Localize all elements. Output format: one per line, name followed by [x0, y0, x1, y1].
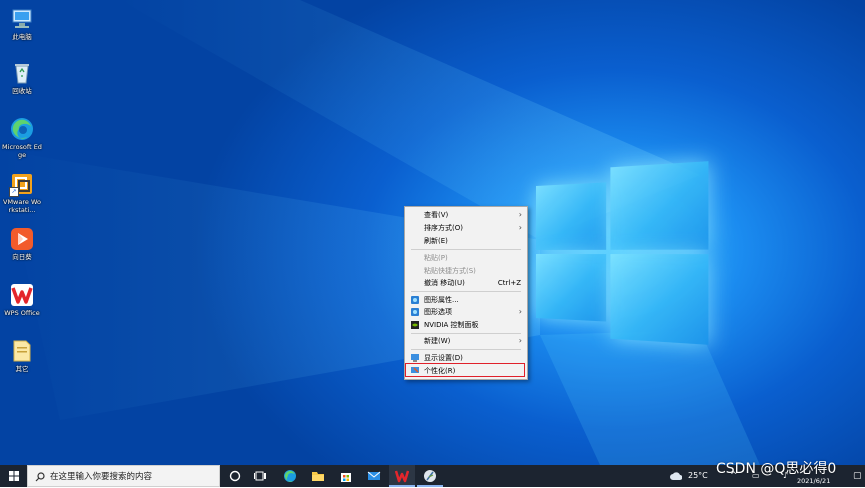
folder-icon	[9, 338, 35, 364]
desktop-icon-wps[interactable]: WPS Office	[2, 282, 42, 318]
taskbar-store[interactable]	[333, 465, 359, 487]
desktop-icon-label: 向日葵	[12, 253, 32, 261]
nvidia-icon	[411, 321, 419, 329]
taskbar-cortana[interactable]	[222, 465, 248, 487]
display-icon	[411, 354, 419, 362]
taskbar-wps[interactable]	[389, 465, 415, 487]
weather-cloud-icon[interactable]	[670, 465, 684, 487]
graphics-icon	[411, 296, 419, 304]
desktop-icon-label: VMware Workstati...	[3, 198, 41, 214]
taskbar-feather-app[interactable]	[417, 465, 443, 487]
desktop-icon-other[interactable]: 其它	[2, 338, 42, 374]
taskbar-file-explorer[interactable]	[305, 465, 331, 487]
search-icon	[35, 472, 45, 482]
menu-separator	[411, 333, 521, 334]
menu-item-label: 图形属性...	[424, 296, 459, 304]
menu-item-graphics-options[interactable]: 图形选项 ›	[405, 306, 527, 318]
desktop-context-menu: 查看(V) › 排序方式(O) › 刷新(E) 粘贴(P) 粘贴快捷方式(S) …	[404, 206, 528, 380]
computer-icon	[9, 6, 35, 32]
menu-item-label: 粘贴(P)	[424, 254, 448, 262]
graphics-icon	[411, 308, 419, 316]
edge-icon	[9, 116, 35, 142]
file-explorer-icon	[312, 472, 324, 481]
start-button[interactable]	[0, 465, 27, 487]
menu-item-refresh[interactable]: 刷新(E)	[405, 235, 527, 247]
wps-icon	[9, 282, 35, 308]
desktop-icon-label: Microsoft Edge	[2, 143, 42, 159]
notification-icon[interactable]: ▢	[853, 465, 862, 487]
menu-item-view[interactable]: 查看(V) ›	[405, 209, 527, 221]
menu-item-undo-move[interactable]: 撤消 移动(U) Ctrl+Z	[405, 277, 527, 289]
menu-item-label: 查看(V)	[424, 211, 449, 219]
windows-logo	[536, 161, 709, 345]
menu-item-new[interactable]: 新建(W) ›	[405, 335, 527, 347]
weather-temperature[interactable]: 25°C	[688, 465, 708, 487]
recycle-bin-icon	[9, 60, 35, 86]
shortcut-arrow-icon: ↗	[9, 187, 19, 197]
windows-start-icon	[9, 471, 19, 481]
menu-item-paste[interactable]: 粘贴(P)	[405, 252, 527, 264]
desktop-icon-vmware[interactable]: ↗ VMware Workstati...	[2, 171, 42, 214]
menu-item-label: 撤消 移动(U)	[424, 279, 465, 287]
menu-separator	[411, 291, 521, 292]
taskbar-edge[interactable]	[277, 465, 303, 487]
menu-item-label: 排序方式(O)	[424, 224, 463, 232]
menu-item-shortcut: Ctrl+Z	[497, 279, 521, 287]
desktop-icon-sunlogin[interactable]: 向日葵	[2, 226, 42, 262]
submenu-arrow-icon: ›	[518, 210, 522, 219]
menu-separator	[411, 349, 521, 350]
taskbar-mail[interactable]	[361, 465, 387, 487]
menu-item-label: NVIDIA 控制面板	[424, 321, 479, 329]
store-icon	[341, 473, 351, 482]
personalize-highlight-box	[405, 363, 525, 377]
menu-item-graphics-properties[interactable]: 图形属性...	[405, 294, 527, 306]
submenu-arrow-icon: ›	[518, 336, 522, 345]
task-view-icon	[254, 471, 266, 481]
desktop-icon-label: 回收站	[12, 87, 32, 95]
feather-icon	[424, 470, 436, 482]
desktop-icon-edge[interactable]: Microsoft Edge	[2, 116, 42, 159]
menu-item-paste-shortcut[interactable]: 粘贴快捷方式(S)	[405, 265, 527, 277]
sunlogin-icon	[9, 226, 35, 252]
menu-item-label: 粘贴快捷方式(S)	[424, 267, 476, 275]
search-placeholder: 在这里输入你要搜索的内容	[50, 472, 153, 482]
menu-item-label: 刷新(E)	[424, 237, 448, 245]
menu-separator	[411, 249, 521, 250]
menu-item-label: 图形选项	[424, 308, 452, 316]
desktop-icon-recycle-bin[interactable]: 回收站	[2, 60, 42, 96]
desktop-icon-label: WPS Office	[4, 309, 40, 317]
mail-icon	[367, 471, 381, 480]
menu-item-nvidia-control-panel[interactable]: NVIDIA 控制面板	[405, 319, 527, 331]
menu-item-sort-by[interactable]: 排序方式(O) ›	[405, 222, 527, 234]
csdn-watermark: CSDN @Q思必得0	[716, 461, 837, 477]
menu-item-label: 新建(W)	[424, 337, 451, 345]
cortana-icon	[229, 470, 241, 482]
edge-icon	[284, 470, 296, 483]
vmware-icon: ↗	[9, 171, 35, 197]
taskbar-task-view[interactable]	[248, 465, 274, 487]
submenu-arrow-icon: ›	[518, 307, 522, 316]
desktop-icon-this-pc[interactable]: 此电脑	[2, 6, 42, 42]
submenu-arrow-icon: ›	[518, 223, 522, 232]
wps-icon	[395, 470, 409, 483]
desktop-icon-label: 此电脑	[12, 33, 32, 41]
taskbar-search-box[interactable]: 在这里输入你要搜索的内容	[27, 465, 220, 487]
desktop-icon-label: 其它	[15, 365, 29, 373]
